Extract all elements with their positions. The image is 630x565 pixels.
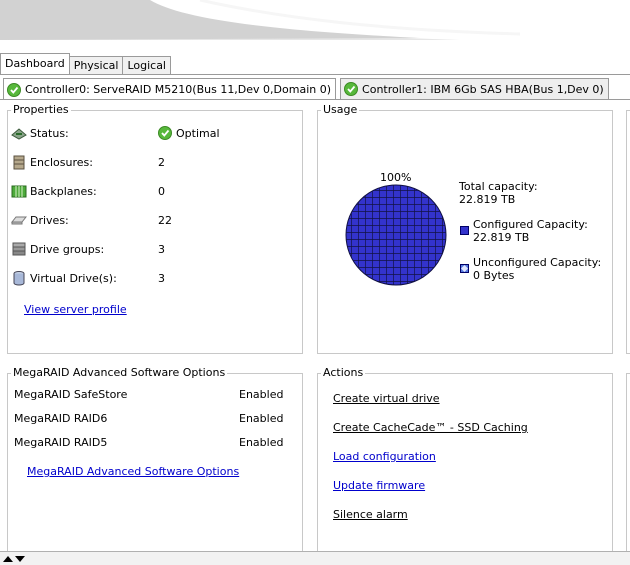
option-row: MegaRAID SafeStore Enabled <box>14 388 284 404</box>
status-ok-icon <box>158 126 172 140</box>
property-value-drives: 22 <box>158 213 172 227</box>
tab-divider <box>0 74 630 75</box>
configured-capacity-value: 22.819 TB <box>473 231 530 244</box>
software-options-link[interactable]: MegaRAID Advanced Software Options <box>27 465 239 478</box>
status-ok-icon <box>344 82 359 96</box>
software-options-title: MegaRAID Advanced Software Options <box>11 366 228 380</box>
configured-capacity-slice <box>345 184 447 286</box>
tab-physical[interactable]: Physical <box>68 56 124 74</box>
backplane-icon <box>11 183 27 199</box>
tab-logical[interactable]: Logical <box>122 56 171 74</box>
software-options-panel: MegaRAID Advanced Software Options MegaR… <box>7 366 303 553</box>
actions-panel: Actions Create virtual drive Create Cach… <box>317 366 613 553</box>
status-icon <box>11 125 27 141</box>
controller-tab-bar: Controller0: ServeRAID M5210(Bus 11,Dev … <box>3 78 613 100</box>
property-row-enclosures: Enclosures: 2 <box>11 154 165 170</box>
property-row-status: Status: Optimal <box>11 125 220 141</box>
total-capacity-value: 22.819 TB <box>459 193 516 206</box>
update-firmware-link[interactable]: Update firmware <box>333 479 425 492</box>
option-row: MegaRAID RAID5 Enabled <box>14 436 284 452</box>
configured-legend-swatch <box>460 226 469 235</box>
splitter-arrows[interactable] <box>2 555 26 563</box>
option-name: MegaRAID RAID6 <box>14 412 108 425</box>
usage-panel: Usage 100% Total capacity: 22.819 TB Con… <box>317 103 613 354</box>
banner-graphic <box>0 0 630 40</box>
controller0-label: Controller0: ServeRAID M5210(Bus 11,Dev … <box>25 83 332 96</box>
capacity-pie-chart <box>345 184 447 286</box>
property-label: Virtual Drive(s): <box>30 271 117 285</box>
tab-controller0[interactable]: Controller0: ServeRAID M5210(Bus 11,Dev … <box>3 78 337 100</box>
usage-title: Usage <box>321 103 360 117</box>
right-partial-panel-bottom <box>626 373 630 553</box>
collapse-arrows-icon[interactable] <box>2 555 26 563</box>
configured-capacity-label: Configured Capacity: <box>473 218 588 231</box>
actions-title: Actions <box>321 366 366 380</box>
property-label: Enclosures: <box>30 155 93 169</box>
status-ok-icon <box>7 82 21 97</box>
controller1-label: Controller1: IBM 6Gb SAS HBA(Bus 1,Dev 0… <box>362 82 604 96</box>
property-value-backplanes: 0 <box>158 184 165 198</box>
load-configuration-link[interactable]: Load configuration <box>333 450 436 463</box>
properties-title: Properties <box>11 103 71 117</box>
property-value-drive-groups: 3 <box>158 242 165 256</box>
property-value-status: Optimal <box>158 126 220 140</box>
option-status: Enabled <box>239 412 284 425</box>
unconfigured-capacity-value: 0 Bytes <box>473 269 515 282</box>
unconfigured-capacity-label: Unconfigured Capacity: <box>473 256 602 269</box>
status-value: Optimal <box>176 126 220 140</box>
property-label: Drive groups: <box>30 242 105 256</box>
property-row-virtual-drives: Virtual Drive(s): 3 <box>11 270 165 286</box>
silence-alarm-link[interactable]: Silence alarm <box>333 508 408 521</box>
property-row-drive-groups: Drive groups: 3 <box>11 241 165 257</box>
tab-controller1[interactable]: Controller1: IBM 6Gb SAS HBA(Bus 1,Dev 0… <box>340 78 609 99</box>
property-row-drives: Drives: 22 <box>10 212 172 228</box>
create-cachecade-link[interactable]: Create CacheCade™ - SSD Caching <box>333 421 528 434</box>
option-status: Enabled <box>239 436 284 449</box>
property-value-virtual-drives: 3 <box>158 271 165 285</box>
total-capacity-label: Total capacity: <box>459 180 538 193</box>
option-row: MegaRAID RAID6 Enabled <box>14 412 284 428</box>
drive-group-icon <box>11 241 27 257</box>
property-row-backplanes: Backplanes: 0 <box>11 183 165 199</box>
unconfigured-legend-swatch <box>460 264 469 273</box>
property-label: Drives: <box>30 213 69 227</box>
create-virtual-drive-link[interactable]: Create virtual drive <box>333 392 440 405</box>
drive-icon <box>10 212 28 228</box>
header-banner <box>0 0 630 40</box>
controller-tab-divider <box>0 99 630 100</box>
property-label: Status: <box>30 126 69 140</box>
view-server-profile-link[interactable]: View server profile <box>24 303 127 316</box>
property-label: Backplanes: <box>30 184 97 198</box>
enclosure-icon <box>11 154 27 170</box>
property-value-enclosures: 2 <box>158 155 165 169</box>
main-tab-bar: Dashboard Physical Logical <box>0 53 171 74</box>
right-partial-panel-top <box>626 110 630 354</box>
virtual-drive-icon <box>11 270 27 286</box>
bottom-splitter-bar[interactable] <box>0 551 630 565</box>
option-name: MegaRAID SafeStore <box>14 388 128 401</box>
option-name: MegaRAID RAID5 <box>14 436 108 449</box>
option-status: Enabled <box>239 388 284 401</box>
properties-panel: Properties Status: Optimal Enclosures: 2… <box>7 103 303 354</box>
tab-dashboard[interactable]: Dashboard <box>0 53 70 74</box>
